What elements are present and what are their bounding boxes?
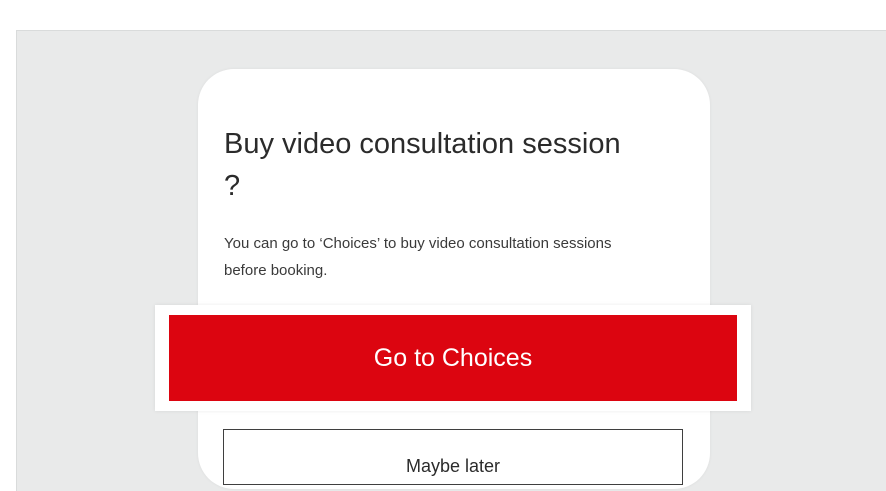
maybe-later-label: Maybe later <box>405 456 501 476</box>
primary-action-highlight: Go to Choices <box>155 305 751 411</box>
maybe-later-button[interactable]: Maybe later <box>223 429 683 485</box>
modal-backdrop: Buy video consultation session ? You can… <box>16 30 886 491</box>
dialog-message: You can go to ‘Choices’ to buy video con… <box>224 235 612 279</box>
go-to-choices-button[interactable]: Go to Choices <box>169 315 737 401</box>
purchase-dialog: Buy video consultation session ? You can… <box>198 69 710 489</box>
dialog-title: Buy video consultation session ? <box>224 128 621 202</box>
